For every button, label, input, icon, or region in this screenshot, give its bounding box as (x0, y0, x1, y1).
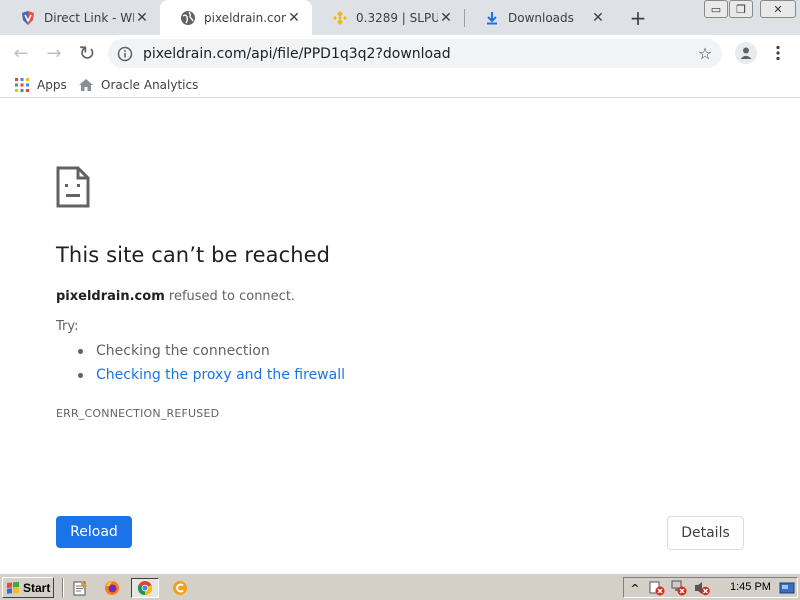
bookmark-oracle-analytics[interactable]: Oracle Analytics (78, 75, 198, 95)
browser-toolbar: ← → ↻ pixeldrain.com/api/file/PPD1q3q2?d… (0, 35, 800, 71)
bullet (78, 348, 83, 354)
windows-flag-icon (7, 581, 19, 594)
system-tray: ^ 1:45 PM (623, 577, 798, 598)
firefox-icon (105, 581, 119, 595)
tab-title: 0.3289 | SLPUSDT (356, 10, 438, 25)
suggestion-text: Checking the connection (96, 343, 270, 359)
suggestion-text[interactable]: Checking the proxy and the firewall (96, 367, 345, 383)
sad-page-icon (56, 166, 90, 208)
tab-downloads[interactable]: Downloads ✕ (464, 0, 616, 35)
error-host: pixeldrain.com (56, 289, 165, 304)
bookmark-label: Apps (37, 78, 67, 92)
chrome-icon (137, 581, 153, 596)
reload-button[interactable]: Reload (56, 516, 132, 548)
suggestion-item: Checking the connection (78, 343, 270, 359)
error-description: pixeldrain.com refused to connect. (56, 289, 295, 304)
taskbar-app-firefox[interactable] (98, 578, 126, 598)
taskbar-app-chrome[interactable] (131, 578, 159, 598)
apps-grid-icon (14, 77, 30, 93)
url-text[interactable]: pixeldrain.com/api/file/PPD1q3q2?downloa… (143, 46, 451, 62)
new-tab-button[interactable]: + (626, 6, 650, 30)
menu-button[interactable] (768, 42, 788, 64)
try-label: Try: (56, 319, 79, 334)
close-icon[interactable]: ✕ (134, 10, 150, 26)
bookmark-apps[interactable]: Apps (14, 75, 67, 95)
error-code: ERR_CONNECTION_REFUSED (56, 407, 220, 420)
restore-icon: ❐ (736, 2, 746, 16)
error-page: This site can’t be reached pixeldrain.co… (0, 98, 800, 573)
tab-title: Direct Link - WIND (44, 10, 134, 25)
info-icon[interactable] (116, 45, 134, 63)
taskbar-clock[interactable]: 1:45 PM (730, 581, 771, 593)
ccleaner-icon (173, 581, 187, 595)
start-button[interactable]: Start (2, 577, 54, 598)
tab-pixeldrain[interactable]: pixeldrain.com ✕ (160, 0, 312, 35)
star-icon[interactable]: ☆ (696, 44, 714, 63)
forward-button[interactable]: → (41, 40, 67, 66)
tab-slpusdt[interactable]: 0.3289 | SLPUSDT ✕ (312, 0, 464, 35)
home-icon (78, 77, 94, 93)
more-vert-icon (776, 45, 780, 61)
vpn-shield-icon (20, 10, 36, 26)
tab-direct-link[interactable]: Direct Link - WIND ✕ (0, 0, 160, 35)
close-icon[interactable]: ✕ (590, 10, 606, 26)
minimize-button[interactable]: ▭ (704, 0, 728, 18)
tab-title: pixeldrain.com (204, 10, 286, 25)
minimize-icon: ▭ (710, 2, 722, 16)
bullet (78, 372, 83, 378)
bookmarks-bar: Apps Oracle Analytics (0, 71, 800, 98)
close-icon[interactable]: ✕ (286, 10, 302, 26)
details-button[interactable]: Details (667, 516, 744, 550)
restore-button[interactable]: ❐ (729, 0, 753, 18)
notepad-icon (73, 581, 87, 596)
bookmark-label: Oracle Analytics (101, 78, 199, 92)
download-icon (484, 10, 500, 26)
network-disconnected-icon[interactable] (671, 580, 687, 596)
error-title: This site can’t be reached (56, 243, 331, 267)
volume-muted-icon[interactable] (694, 580, 710, 596)
show-desktop-icon[interactable] (779, 580, 795, 596)
reload-button[interactable]: ↻ (74, 40, 100, 66)
globe-icon (180, 10, 196, 26)
profile-avatar[interactable] (735, 42, 757, 64)
person-icon (740, 47, 752, 59)
taskbar: Start ^ 1:45 PM (0, 573, 800, 600)
back-button[interactable]: ← (8, 40, 34, 66)
start-label: Start (23, 580, 51, 595)
close-window-button[interactable]: ✕ (760, 0, 796, 18)
show-hidden-icons-button[interactable]: ^ (627, 580, 643, 596)
suggestion-link-proxy[interactable]: Checking the proxy and the firewall (78, 367, 345, 383)
tab-title: Downloads (508, 10, 574, 25)
taskbar-app-ccleaner[interactable] (166, 578, 194, 598)
taskbar-app-notepad[interactable] (66, 578, 94, 598)
taskbar-separator (62, 578, 64, 597)
close-icon[interactable]: ✕ (438, 10, 454, 26)
error-message: refused to connect. (164, 289, 296, 304)
binance-icon (332, 10, 348, 26)
close-icon: ✕ (773, 2, 783, 16)
address-bar[interactable]: pixeldrain.com/api/file/PPD1q3q2?downloa… (108, 39, 722, 68)
tab-strip: Direct Link - WIND ✕ pixeldrain.com ✕ 0.… (0, 0, 800, 35)
security-warning-icon[interactable] (649, 580, 665, 596)
